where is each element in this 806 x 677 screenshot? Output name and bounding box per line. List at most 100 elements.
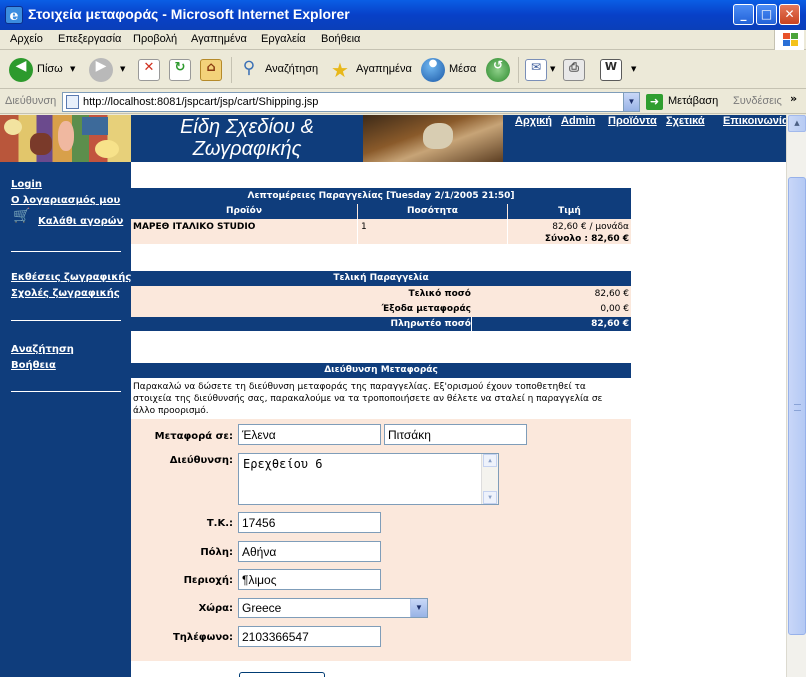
edit-word-button[interactable]: W [600,56,626,84]
mail-button[interactable]: ✉ [525,56,551,84]
address-input[interactable]: http://localhost:8081/jspcart/jsp/cart/S… [62,92,640,112]
maximize-button[interactable]: □ [756,4,777,25]
minimize-button[interactable]: _ [733,4,754,25]
country-label: Χώρα: [198,603,233,614]
submit-button[interactable] [239,672,325,677]
favorites-button[interactable]: ★ Αγαπημένα [328,56,412,84]
column-divider [507,219,508,244]
ie-logo-icon: e [5,6,23,24]
sidebar-divider [11,391,121,392]
login-link[interactable]: Login [11,179,42,190]
order-product: ΜΑΡΕΘ ΙΤΑΛΙΚΟ STUDIO [133,222,256,232]
address-bar: Διεύθυνση http://localhost:8081/jspcart/… [0,90,806,114]
chevron-right-icon[interactable]: » [790,92,797,105]
column-header-product: Προϊόν [131,204,357,219]
address-label: Διεύθυνση [5,95,57,107]
country-select[interactable]: Greece ▼ [238,598,428,618]
address-dropdown-icon[interactable]: ▼ [623,93,639,111]
nav-admin-link[interactable]: Admin [561,115,595,127]
column-header-price: Τιμή [508,204,631,219]
menu-help[interactable]: Βοήθεια [321,33,360,45]
back-button[interactable]: ◀ Πίσω [9,56,79,84]
search-link[interactable]: Αναζήτηση [11,344,74,355]
scroll-up-icon[interactable]: ▲ [788,115,806,132]
home-icon: ⌂ [200,59,222,81]
back-dropdown-icon[interactable]: ▼ [70,65,75,73]
painting-image [363,115,503,162]
area-input[interactable]: ¶λιμος [238,569,381,590]
payable-label: Πληρωτέο ποσό [390,319,471,329]
help-link[interactable]: Βοήθεια [11,360,56,371]
address-text: Ερεχθείου 6 [243,457,323,471]
stop-button[interactable]: ✕ [138,56,162,84]
history-button[interactable]: ↺ [486,56,512,84]
phone-label: Τηλέφωνο: [172,632,233,643]
textarea-scrollbar[interactable]: ▲ ▼ [481,454,498,504]
menu-edit[interactable]: Επεξεργασία [58,33,121,45]
final-total-label: Τελικό ποσό [408,289,471,299]
site-title-line2: Ζωγραφικής [192,138,302,160]
payable-value: 82,60 € [591,319,629,329]
my-account-link[interactable]: Ο λογαριασμός μου [11,195,120,206]
word-icon: W [600,59,622,81]
order-details-table: Λεπτομέρειες Παραγγελίας [Tuesday 2/1/20… [131,188,631,244]
home-button[interactable]: ⌂ [200,56,226,84]
final-order-table: Τελική Παραγγελία Τελικό ποσό 82,60 € Έξ… [131,271,631,331]
payable-row: Πληρωτέο ποσό 82,60 € [131,317,631,331]
print-button[interactable]: ⎙ [563,56,589,84]
nav-contact-link[interactable]: Επικοινωνία [723,115,786,127]
site-header: Είδη Σχεδίου & Ζωγραφικής Αρχική Admin Π… [0,115,786,162]
forward-dropdown-icon[interactable]: ▼ [120,65,125,73]
go-label: Μετάβαση [668,95,719,107]
menu-view[interactable]: Προβολή [133,33,177,45]
chevron-down-icon[interactable]: ▼ [410,599,427,617]
shipping-intro: Παρακαλώ να δώσετε τη διεύθυνση μεταφορά… [131,378,631,419]
city-label: Πόλη: [200,547,233,558]
links-button[interactable]: Συνδέσεις [733,95,782,107]
edit-dropdown-icon[interactable]: ▼ [631,65,636,73]
search-icon: ⚲ [242,58,256,78]
phone-input[interactable]: 2103366547 [238,626,381,647]
textarea-scroll-up-icon[interactable]: ▲ [483,454,497,467]
first-name-input[interactable]: Έλενα [238,424,381,445]
stop-icon: ✕ [138,59,160,81]
order-columns-row: Προϊόν Ποσότητα Τιμή [131,204,631,219]
textarea-scroll-down-icon[interactable]: ▼ [483,491,497,504]
search-label: Αναζήτηση [265,63,319,75]
order-unit-price: 82,60 € / μονάδα [552,222,629,232]
address-textarea[interactable]: Ερεχθείου 6 ▲ ▼ [238,453,499,505]
nav-about-link[interactable]: Σχετικά [666,115,705,127]
star-icon: ★ [331,58,349,82]
cart-link[interactable]: Καλάθι αγορών [38,216,123,227]
toolbar: ◀ Πίσω ▼ ▶ ▼ ✕ ↻ ⌂ ⚲ Αναζήτηση ★ Αγαπημέ… [0,51,806,89]
city-input[interactable]: Αθήνα [238,541,381,562]
menu-tools[interactable]: Εργαλεία [261,33,306,45]
forward-arrow-icon: ▶ [89,58,113,82]
menu-file[interactable]: Αρχείο [10,33,43,45]
last-name-input[interactable]: Πιτσάκη [384,424,527,445]
page-scrollbar[interactable]: ▲ [786,115,806,677]
site-title: Είδη Σχεδίου & Ζωγραφικής [131,115,363,162]
sidebar-divider [11,320,121,321]
recipient-label: Μεταφορά σε: [154,431,233,442]
nav-products-link[interactable]: Προϊόντα [608,115,657,127]
close-button[interactable]: ✕ [779,4,800,25]
media-button[interactable]: ● Μέσα [421,56,477,84]
history-icon: ↺ [486,58,510,82]
exhibitions-link[interactable]: Εκθέσεις ζωγραφικής [11,272,131,283]
menu-favorites[interactable]: Αγαπημένα [191,33,247,45]
mail-dropdown-icon[interactable]: ▼ [550,65,555,73]
address-field-label: Διεύθυνση: [169,455,233,466]
media-globe-icon: ● [421,58,445,82]
refresh-button[interactable]: ↻ [169,56,193,84]
zip-input[interactable]: 17456 [238,512,381,533]
scrollbar-thumb[interactable] [788,177,806,635]
forward-button[interactable]: ▶ [89,56,119,84]
schools-link[interactable]: Σχολές ζωγραφικής [11,288,120,299]
mail-icon: ✉ [525,59,547,81]
nav-home-link[interactable]: Αρχική [515,115,552,127]
search-button[interactable]: ⚲ Αναζήτηση [237,56,319,84]
form-spacer [131,661,631,677]
sidebar: Login Ο λογαριασμός μου 🛒 Καλάθι αγορών … [0,162,131,677]
menu-bar: Αρχείο Επεξεργασία Προβολή Αγαπημένα Εργ… [0,30,806,50]
